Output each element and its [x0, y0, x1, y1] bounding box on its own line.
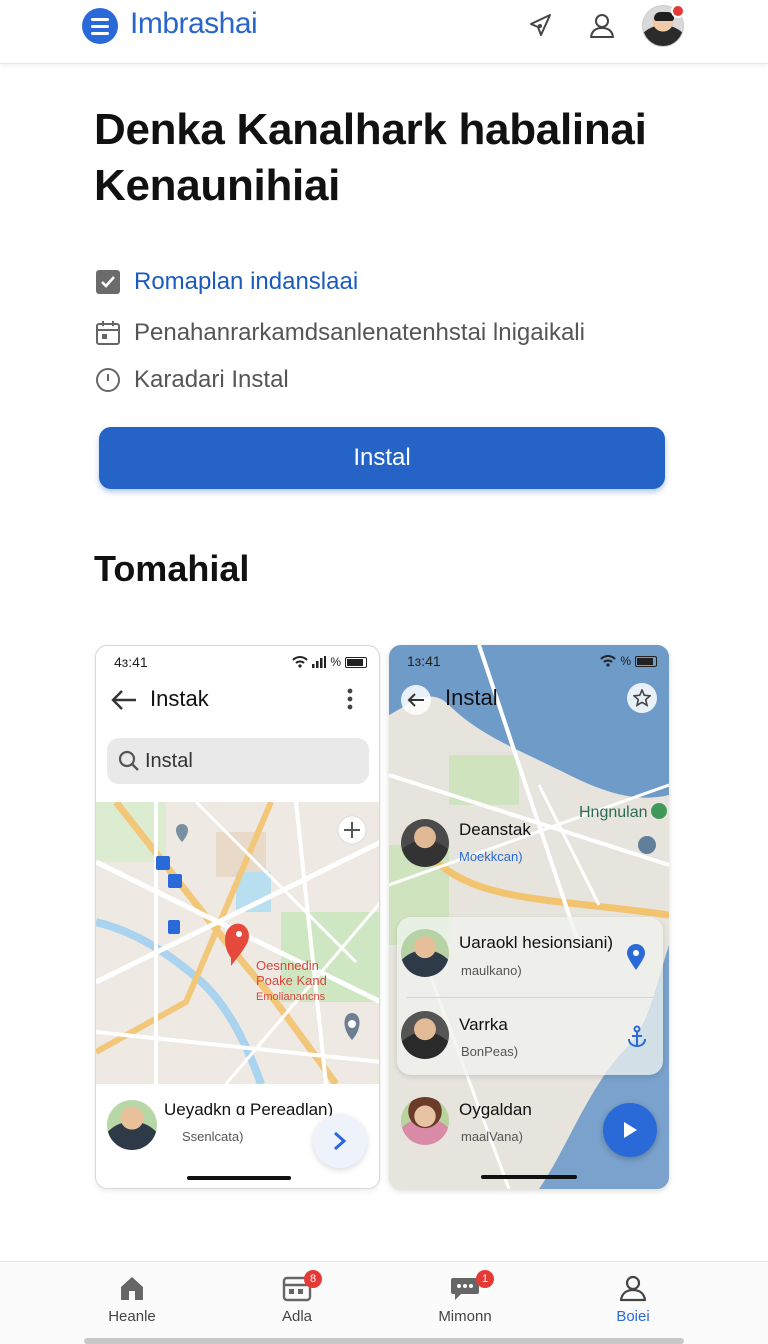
contact-subtitle: Moekkcan) [459, 849, 523, 864]
nav-item-calendar[interactable]: 8 Adla [242, 1270, 352, 1325]
notification-badge: 1 [476, 1270, 494, 1288]
play-icon [624, 1122, 637, 1138]
status-time: 1ɜ:41 [407, 653, 441, 669]
status-icons: % [600, 654, 657, 668]
divider [407, 997, 653, 998]
nav-item-profile[interactable]: Boiei [578, 1274, 688, 1325]
back-button[interactable] [401, 685, 431, 715]
contact-name[interactable]: Varrka [459, 1015, 508, 1035]
notification-dot [671, 4, 685, 18]
app-brand: Imbrashai [130, 7, 258, 40]
home-indicator [186, 1176, 291, 1180]
status-icons: % [292, 655, 367, 669]
contact-avatar [107, 1100, 157, 1150]
nav-item-home[interactable]: Heanle [77, 1274, 187, 1325]
phone-preview-map[interactable]: Hngnulan 1ɜ:41 % Instal Deanstak Moekkca… [389, 645, 669, 1189]
more-icon[interactable] [346, 687, 354, 711]
map-pin-label: Emolianancns [256, 991, 326, 1003]
contact-card[interactable]: Ueyadkn ɑ Pereadlan) Ssenlcata) [96, 1084, 379, 1188]
page-title: Denka Kanalhark habalinai Kenaunihiai [94, 105, 647, 210]
search-input[interactable]: Instal [107, 738, 369, 784]
feature-label: Penahanrarkamdsanlenatenhstai lnigaikali [134, 319, 585, 346]
checkbox-icon [94, 268, 122, 296]
profile-avatar[interactable] [642, 4, 685, 47]
notification-badge: 8 [304, 1270, 322, 1288]
contact-avatar [401, 1011, 449, 1059]
star-icon [633, 689, 651, 707]
contact-subtitle: BonPeas) [461, 1044, 519, 1059]
signal-text: % [330, 655, 341, 669]
nav-label: Mimonn [438, 1308, 492, 1325]
home-indicator [481, 1175, 577, 1179]
user-icon[interactable] [582, 6, 622, 46]
send-icon[interactable] [520, 6, 560, 46]
feature-item-1: Romaplan indanslaai [94, 266, 358, 298]
contact-name[interactable]: Uaraokl hesionsiani) [459, 933, 613, 953]
back-arrow-icon [407, 693, 424, 707]
profile-icon [619, 1275, 647, 1302]
clock-icon [94, 366, 122, 394]
feature-item-2: Penahanrarkamdsanlenatenhstai lnigaikali [94, 317, 585, 349]
nav-item-messages[interactable]: 1 Mimonn [410, 1270, 520, 1325]
feature-item-3: Karadari Instal [94, 364, 289, 396]
nav-label: Adla [281, 1308, 313, 1325]
search-placeholder: Instal [145, 749, 193, 772]
feature-label: Karadari Instal [134, 366, 289, 393]
bottom-navigation: Heanle 8 Adla 1 Mimonn Boiei [0, 1261, 768, 1344]
contact-subtitle: maalVana) [461, 1129, 523, 1144]
contact-avatar [401, 1097, 449, 1145]
nav-label: Boiei [616, 1308, 650, 1325]
map-place-label: Hngnulan [579, 804, 648, 821]
play-button[interactable] [603, 1103, 657, 1157]
calendar-icon [94, 319, 122, 347]
signal-text: % [620, 654, 631, 668]
gesture-bar [84, 1338, 684, 1344]
battery-icon [345, 656, 367, 668]
signal-icon [312, 656, 327, 668]
screen-title: Instak [150, 686, 209, 711]
contact-avatar [401, 929, 449, 977]
map-pin-label: Oesnnedin [256, 958, 319, 973]
contact-name: Ueyadkn ɑ Pereadlan) [164, 1100, 334, 1119]
install-button[interactable]: Instal [99, 427, 665, 489]
contact-name[interactable]: Oygaldan [459, 1100, 532, 1120]
screen-title: Instal [445, 685, 498, 710]
favorite-button[interactable] [627, 683, 657, 713]
map-view[interactable]: Oesnnedin Poake Kand Emolianancns [96, 802, 379, 1084]
map-pin-label: Poake Kand [256, 973, 327, 988]
contact-avatar [401, 819, 449, 867]
search-icon [118, 750, 139, 771]
battery-icon [635, 655, 657, 667]
top-app-bar: Imbrashai [0, 0, 768, 64]
feature-label: Romaplan indanslaai [134, 268, 359, 295]
location-pin-icon[interactable] [625, 943, 647, 971]
contact-name: Deanstak [459, 820, 531, 839]
status-time: 4ɜ:41 [114, 654, 148, 670]
contact-subtitle: maulkano) [461, 963, 522, 978]
wifi-icon [292, 656, 309, 668]
wifi-icon [600, 655, 617, 667]
next-button[interactable] [313, 1114, 367, 1168]
phone-preview-list[interactable]: 4ɜ:41 % Instak Instal Oesnnedin Poake Ka… [95, 645, 380, 1189]
section-title: Tomahial [94, 548, 250, 589]
back-arrow-icon[interactable] [110, 688, 138, 712]
home-icon [121, 1277, 143, 1300]
menu-icon[interactable] [82, 8, 118, 44]
contact-subtitle: Ssenlcata) [182, 1129, 244, 1144]
anchor-icon[interactable] [625, 1025, 649, 1049]
chevron-right-icon [334, 1131, 347, 1151]
nav-label: Heanle [108, 1308, 156, 1325]
